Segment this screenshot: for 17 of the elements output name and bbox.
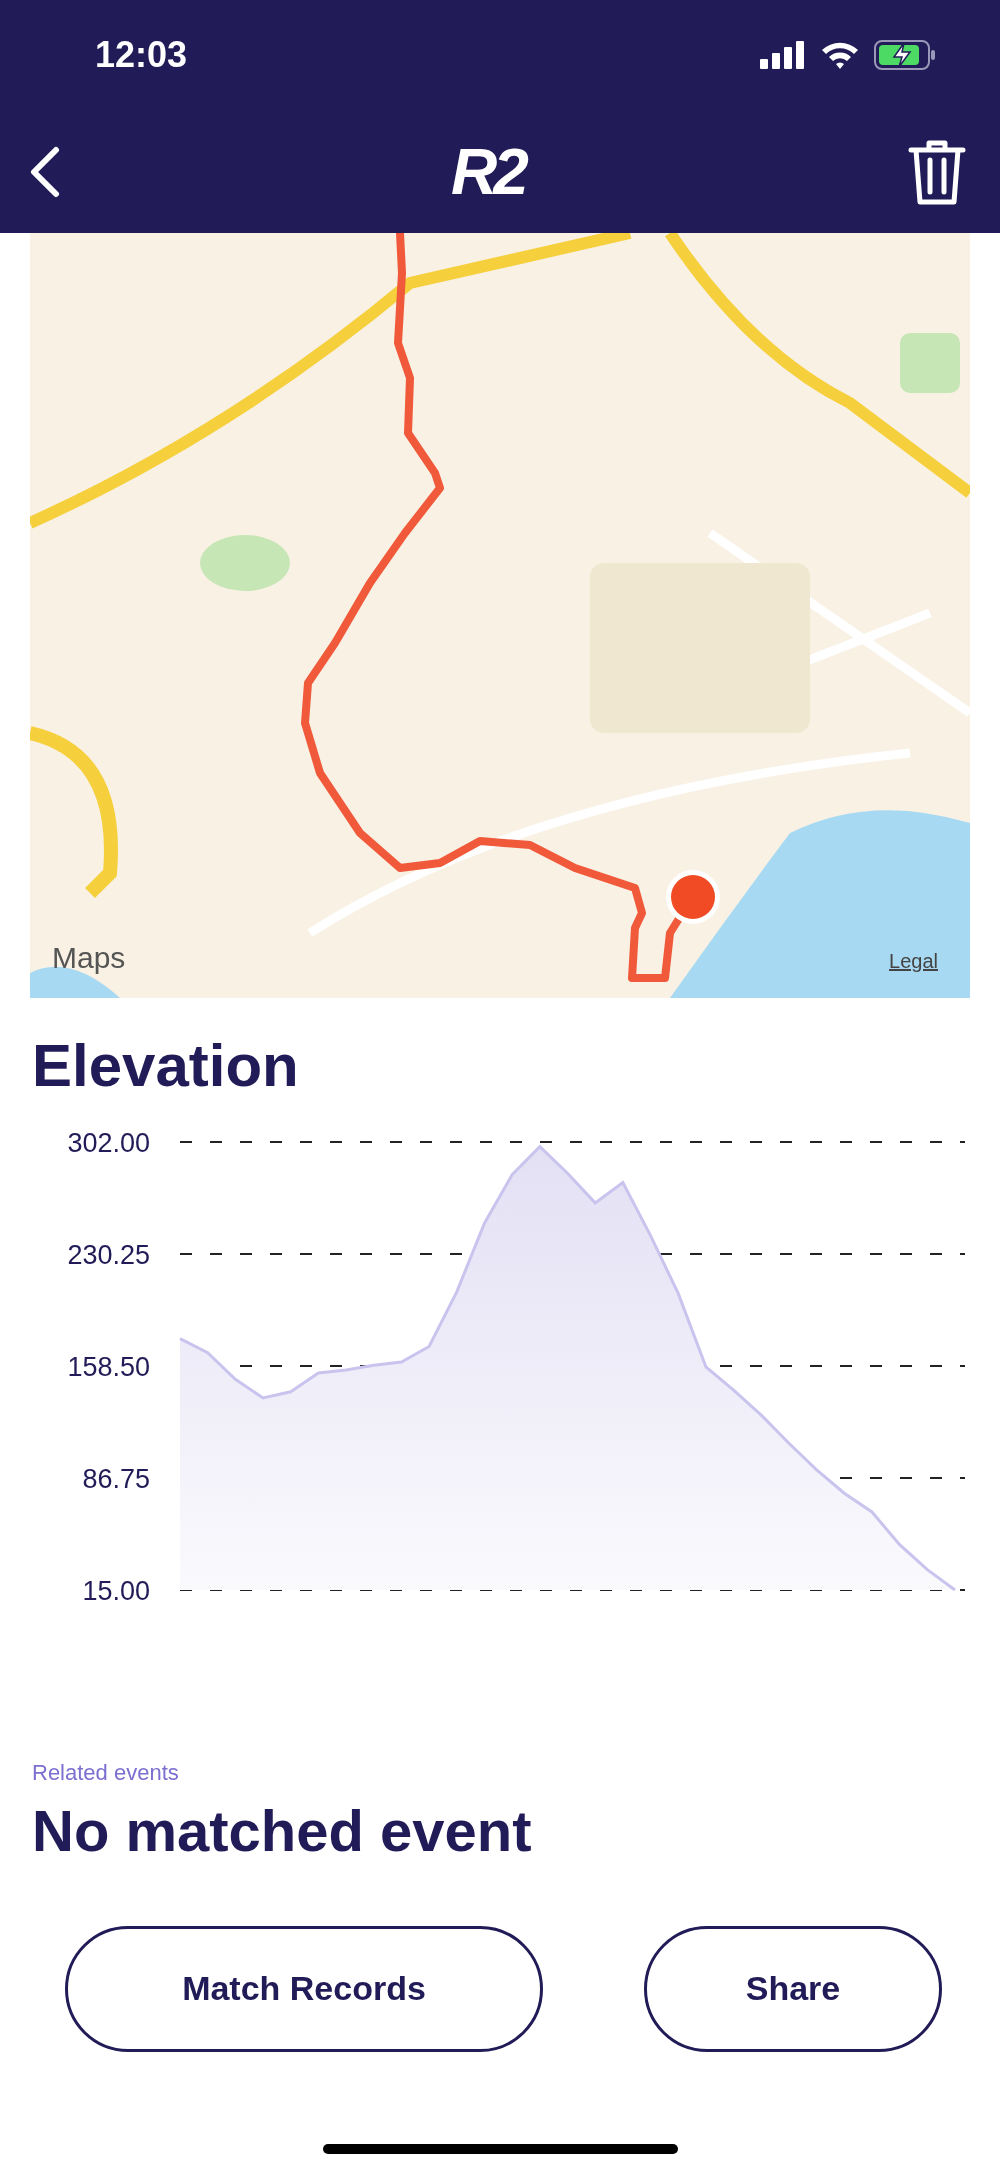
axis-label: 15.00 <box>82 1576 150 1606</box>
axis-label: 158.50 <box>67 1352 150 1382</box>
axis-label: 86.75 <box>82 1464 150 1494</box>
related-event-value: No matched event <box>32 1797 533 1865</box>
share-button[interactable]: Share <box>644 1925 942 2052</box>
match-records-button[interactable]: Match Records <box>65 1925 543 2052</box>
legal-link[interactable]: Legal <box>889 946 938 976</box>
status-time: 12:03 <box>95 33 188 77</box>
related-events-label: Related events <box>32 1759 180 1787</box>
maps-attribution: Maps <box>52 940 126 976</box>
axis-label: 230.25 <box>67 1240 150 1270</box>
battery-charging-icon <box>874 40 936 70</box>
wifi-icon <box>820 40 860 70</box>
app-logo: R2 <box>451 139 525 204</box>
section-title: Elevation <box>32 1036 300 1096</box>
axis-label: 302.00 <box>67 1128 150 1158</box>
signal-icon <box>760 41 806 69</box>
